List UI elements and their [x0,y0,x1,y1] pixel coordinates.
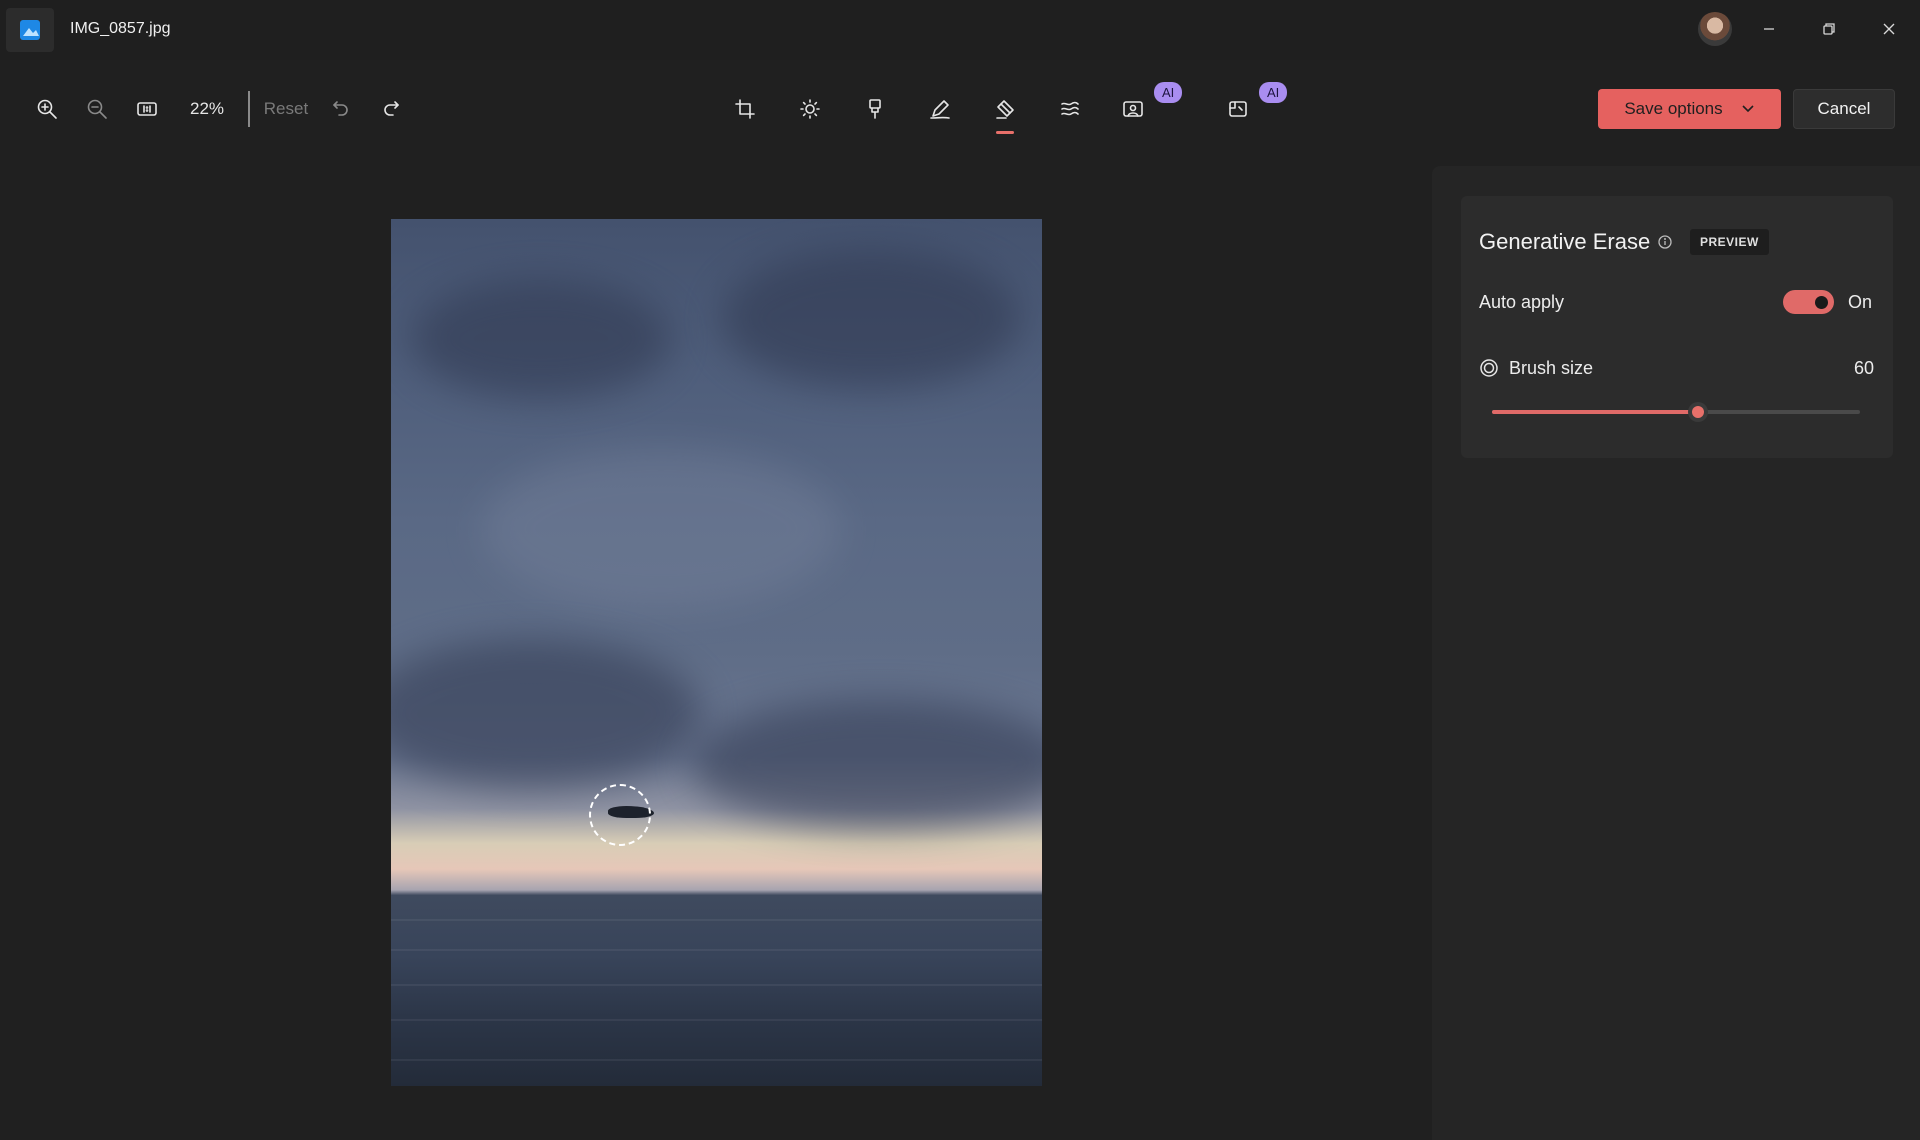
slider-thumb[interactable] [1688,402,1709,422]
brush-size-slider[interactable] [1492,402,1860,422]
auto-apply-toggle[interactable] [1783,290,1834,314]
filter-tool[interactable] [842,84,907,134]
edit-tools: AI AI [712,82,1312,134]
account-avatar[interactable] [1698,12,1732,46]
erase-icon [995,100,1014,119]
undo-button[interactable] [316,84,366,134]
zoom-in-button[interactable] [22,84,72,134]
restore-icon [1823,23,1835,35]
background-blur-icon [1060,101,1079,116]
brush-size-icon [1479,358,1499,378]
markup-tool[interactable] [907,84,972,134]
ai-badge: AI [1154,82,1183,103]
ai-badge: AI [1259,82,1288,103]
photo-canvas[interactable] [391,219,1042,1086]
zoom-out-icon [87,99,107,119]
info-icon[interactable] [1657,234,1673,250]
actual-size-button[interactable] [122,84,172,134]
erase-tool[interactable] [972,84,1037,134]
panel-title: Generative Erase [1479,229,1651,254]
cancel-button[interactable]: Cancel [1793,89,1895,129]
brightness-icon [799,99,820,119]
redo-icon [384,101,399,116]
crop-tool[interactable] [712,84,777,134]
chevron-down-icon [1742,105,1754,113]
minimize-icon [1764,28,1774,30]
close-icon [1883,23,1895,35]
brush-size-label: Brush size [1509,358,1594,378]
restyle-tool[interactable]: AI [1207,82,1312,134]
filter-icon [868,99,881,119]
restore-button[interactable] [1809,12,1849,46]
actual-size-icon [137,102,157,116]
brush-size-value: 60 [1853,358,1874,378]
preview-badge: PREVIEW [1690,229,1769,255]
zoom-toolbar: 22% Reset [22,84,416,134]
zoom-out-button[interactable] [72,84,122,134]
brush-cursor [589,784,651,846]
markup-icon [929,100,950,119]
slider-fill [1492,410,1699,414]
undo-icon [333,101,348,116]
auto-apply-state: On [1848,292,1873,312]
photos-app-icon [6,8,54,52]
toolbar-divider [248,91,250,127]
crop-icon [734,99,755,119]
blur-tool[interactable] [1037,84,1102,134]
redo-button[interactable] [366,84,416,134]
auto-apply-label: Auto apply [1479,292,1565,312]
close-button[interactable] [1869,12,1909,46]
zoom-level[interactable]: 22% [172,99,242,119]
file-name: IMG_0857.jpg [70,20,171,37]
restyle-icon [1229,101,1247,117]
zoom-in-icon [37,99,57,119]
adjust-tool[interactable] [777,84,842,134]
save-options-label: Save options [1624,99,1723,118]
title-bar: IMG_0857.jpg [0,0,1920,60]
background-tool[interactable]: AI [1102,82,1207,134]
minimize-button[interactable] [1749,12,1789,46]
reset-button[interactable]: Reset [256,99,316,119]
background-icon [1123,101,1143,117]
save-options-button[interactable]: Save options [1598,89,1781,129]
